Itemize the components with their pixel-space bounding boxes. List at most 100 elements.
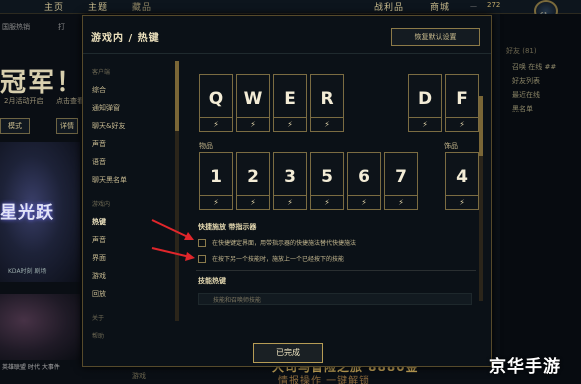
hotkey-slot-item6[interactable]: 6 ⚡ (347, 152, 381, 210)
promo-subtitle: 情报操作 一键解锁 (278, 376, 371, 384)
nav-item-game[interactable]: 游戏 (92, 271, 106, 281)
lightning-icon[interactable]: ⚡ (200, 195, 232, 209)
banner-button[interactable]: 详情 (56, 118, 78, 134)
lightning-icon[interactable]: ⚡ (311, 117, 343, 131)
footer-label: 游戏 (132, 372, 146, 380)
content-scrollbar[interactable] (479, 96, 483, 301)
dropdown-label: 技能和召唤师技能 (213, 297, 262, 304)
watermark: 京华手游 (489, 357, 561, 377)
lightning-icon[interactable]: ⚡ (274, 195, 306, 209)
nav-scrollbar[interactable] (175, 61, 179, 321)
dialog-title: 游戏内 / 热键 (91, 33, 160, 44)
settings-dialog: 游戏内 / 热键 恢复默认设置 客户端 综合 通知弹窗 聊天&好友 声音 语音 … (82, 15, 492, 367)
hotkey-slot-item1[interactable]: 1 ⚡ (199, 152, 233, 210)
friend-group[interactable]: 最近在线 (512, 90, 540, 100)
annotation-arrow-1 (151, 219, 194, 240)
friends-header: 好友 (81) (506, 47, 537, 55)
section-divider (196, 270, 476, 271)
hotkey-label: 6 (358, 167, 370, 187)
dialog-header: 游戏内 / 热键 恢复默认设置 (83, 16, 491, 54)
quickcast-option-2[interactable]: 在按下另一个技能时，施放上一个已经按下的技能 (198, 254, 458, 266)
hotkey-slot-q[interactable]: Q ⚡ (199, 74, 233, 132)
lightning-icon[interactable]: ⚡ (348, 195, 380, 209)
lightning-icon[interactable]: ⚡ (311, 195, 343, 209)
nav-item-interface[interactable]: 界面 (92, 253, 106, 263)
hotkey-label: D (417, 89, 433, 109)
nav-item-notifications[interactable]: 通知弹窗 (92, 103, 120, 113)
event-art-title: 星光跃 (0, 203, 54, 223)
currency-amount: 272 (487, 1, 501, 9)
lightning-icon[interactable]: ⚡ (200, 117, 232, 131)
news-artwork[interactable] (0, 294, 80, 360)
hotkey-label: 4 (456, 167, 468, 187)
nav-loot[interactable]: 战利品 (374, 0, 404, 13)
trinket-group-label: 饰品 (444, 142, 458, 150)
banner-subtitle: 2月活动开启 (4, 97, 44, 105)
hotkey-label: R (320, 89, 334, 109)
hotkey-label: 7 (395, 167, 407, 187)
hotkey-label: 2 (247, 167, 259, 187)
content-scrollbar-thumb[interactable] (479, 96, 483, 156)
items-group-label: 物品 (199, 142, 213, 150)
hotkey-label: F (456, 89, 468, 109)
hotkey-label: Q (208, 89, 224, 109)
hotkey-slot-item5[interactable]: 5 ⚡ (310, 152, 344, 210)
friend-group[interactable]: 黑名单 (512, 104, 533, 114)
nav-item-chat-friends[interactable]: 聊天&好友 (92, 121, 125, 131)
hotkey-label: E (284, 89, 296, 109)
friend-group[interactable]: 召唤 在线 ## (512, 62, 556, 72)
lightning-icon[interactable]: ⚡ (446, 117, 478, 131)
nav-store[interactable]: 商城 (430, 0, 450, 13)
nav-themes[interactable]: 主题 (88, 0, 108, 13)
hotkey-slot-item3[interactable]: 3 ⚡ (273, 152, 307, 210)
nav-item-about[interactable]: 关于 (92, 313, 104, 322)
lightning-icon[interactable]: ⚡ (446, 195, 478, 209)
lightning-icon[interactable]: ⚡ (237, 195, 269, 209)
hotkey-slot-item7[interactable]: 7 ⚡ (384, 152, 418, 210)
nav-item-hotkeys[interactable]: 热键 (92, 217, 106, 227)
client-topbar: 主页 主题 藏品 战利品 商城 272 (0, 0, 581, 14)
banner-title: 冠军！ (0, 68, 85, 98)
hotkey-label: 5 (321, 167, 333, 187)
nav-item-general[interactable]: 综合 (92, 85, 106, 95)
nav-item-voice[interactable]: 语音 (92, 157, 106, 167)
hotkey-slot-e[interactable]: E ⚡ (273, 74, 307, 132)
hotkey-slot-w[interactable]: W ⚡ (236, 74, 270, 132)
checkbox-label: 在按下另一个技能时，施放上一个已经按下的技能 (212, 256, 345, 263)
hotkey-label: W (243, 89, 263, 109)
hotkey-slot-f[interactable]: F ⚡ (445, 74, 479, 132)
lightning-icon[interactable]: ⚡ (385, 195, 417, 209)
left-tab-label[interactable]: 打 (58, 22, 65, 32)
nav-item-client-sound[interactable]: 声音 (92, 139, 106, 149)
nav-section-client: 客户端 (92, 69, 111, 76)
lightning-icon[interactable]: ⚡ (409, 117, 441, 131)
annotation-arrow-2 (151, 247, 195, 261)
hotkey-slot-r[interactable]: R ⚡ (310, 74, 344, 132)
friend-group[interactable]: 好友列表 (512, 76, 540, 86)
nav-section-ingame: 游戏内 (92, 201, 111, 208)
nav-collection[interactable]: 藏品 (132, 0, 152, 13)
minimize-icon[interactable]: — (470, 2, 477, 10)
banner-button[interactable]: 模式 (0, 118, 30, 134)
left-tab-label[interactable]: 国服热销 (2, 22, 30, 32)
nav-item-replays[interactable]: 回放 (92, 289, 106, 299)
quickcast-option-1[interactable]: 在快捷键定界面，用带指示器的快捷施法替代快捷施法 (198, 238, 458, 250)
hotkey-slot-trinket[interactable]: 4 ⚡ (445, 152, 479, 210)
done-button[interactable]: 已完成 (253, 343, 323, 363)
news-caption: 英雄联盟 时代 大事件 (2, 364, 60, 371)
skill-hotkeys-title: 技能热键 (198, 277, 226, 285)
hotkey-label: 1 (210, 167, 222, 187)
nav-item-chat-blocklist[interactable]: 聊天黑名单 (92, 175, 127, 185)
restore-defaults-button[interactable]: 恢复默认设置 (391, 28, 480, 46)
nav-item-help[interactable]: 帮助 (92, 331, 104, 340)
nav-home[interactable]: 主页 (44, 0, 64, 13)
event-art-caption: KDA时刻 剧场 (8, 268, 47, 275)
hotkey-slot-d[interactable]: D ⚡ (408, 74, 442, 132)
nav-item-sound[interactable]: 声音 (92, 235, 106, 245)
nav-scrollbar-thumb[interactable] (175, 61, 179, 131)
skill-hotkeys-dropdown[interactable]: 技能和召唤师技能 (198, 293, 472, 305)
quickcast-section-title: 快捷施放 带指示器 (198, 223, 257, 231)
lightning-icon[interactable]: ⚡ (237, 117, 269, 131)
lightning-icon[interactable]: ⚡ (274, 117, 306, 131)
hotkey-slot-item2[interactable]: 2 ⚡ (236, 152, 270, 210)
